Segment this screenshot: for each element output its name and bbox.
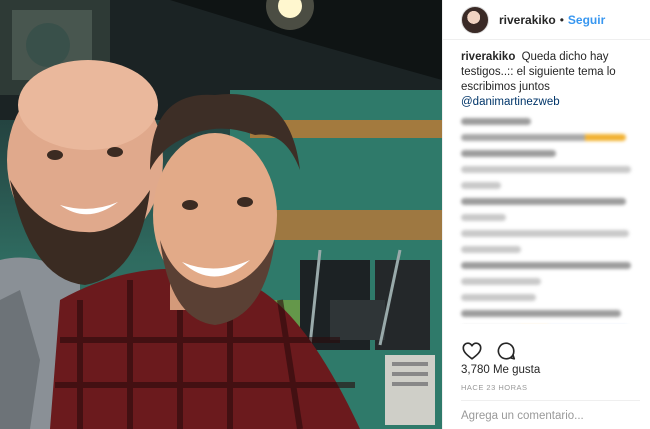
likes-count[interactable]: 3,780 Me gusta — [461, 364, 540, 376]
heart-icon[interactable] — [461, 340, 483, 362]
blurred-comment — [461, 278, 541, 285]
post-timestamp: HACE 23 HORAS — [461, 383, 528, 392]
post-photo — [0, 0, 442, 429]
blurred-comment — [461, 310, 621, 317]
post-side-panel: riverakiko • Seguir riverakiko Queda dic… — [442, 0, 650, 429]
caption-username[interactable]: riverakiko — [461, 51, 515, 63]
post-username[interactable]: riverakiko — [499, 13, 556, 27]
post-header: riverakiko • Seguir — [443, 0, 650, 40]
blurred-comment — [461, 134, 626, 141]
follow-button[interactable]: Seguir — [568, 13, 605, 27]
comments-section: riverakiko Queda dicho hay testigos..:: … — [443, 40, 650, 324]
blurred-comment — [461, 246, 521, 253]
blurred-comment — [461, 214, 506, 221]
blurred-comment — [461, 262, 631, 269]
comment-input[interactable] — [461, 410, 641, 422]
blurred-comment — [461, 230, 629, 237]
blurred-comment — [461, 166, 631, 173]
comment-icon[interactable] — [495, 340, 517, 362]
blurred-comment — [461, 182, 501, 189]
blurred-comment — [461, 294, 536, 301]
caption-mention[interactable]: @danimartinezweb — [461, 95, 636, 110]
post-actions — [461, 340, 517, 362]
avatar[interactable] — [461, 5, 489, 34]
divider — [461, 400, 640, 401]
blurred-comment — [461, 198, 626, 205]
blurred-comment — [461, 118, 531, 125]
selfie-illustration — [0, 0, 442, 429]
post-caption: riverakiko Queda dicho hay testigos..:: … — [461, 50, 636, 110]
separator-dot: • — [559, 12, 564, 27]
blurred-comment — [461, 150, 556, 157]
